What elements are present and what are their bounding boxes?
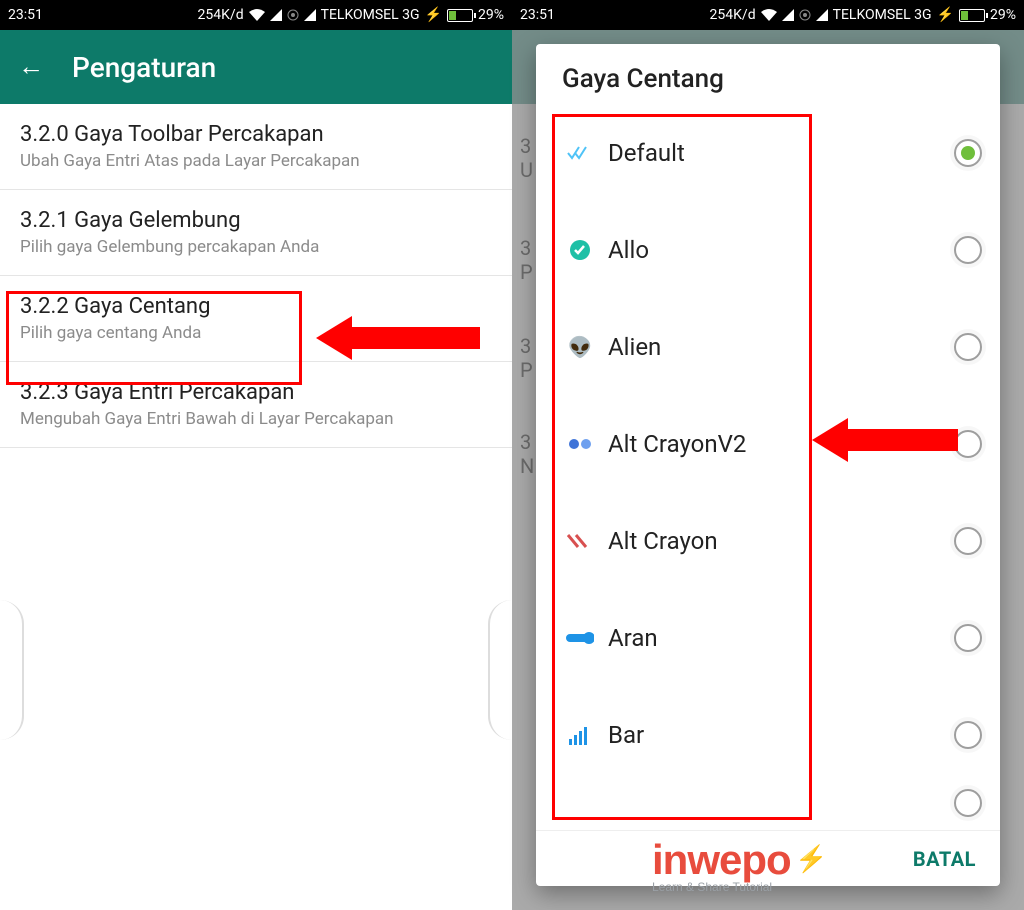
option-label: Allo [608,236,649,264]
option-alt-crayon-v2[interactable]: Alt CrayonV2 [536,395,1000,492]
signal2-icon [816,9,828,21]
signal-icon [782,9,794,21]
signal-icon [270,9,282,21]
background-peek: 3P [520,334,533,382]
radio-button[interactable] [954,139,982,167]
option-default[interactable]: Default [536,104,1000,201]
radio-button[interactable] [954,333,982,361]
plug-icon: ⚡ [795,844,827,874]
option-alien[interactable]: 👽 Alien [536,298,1000,395]
wifi-icon [249,9,265,21]
radio-button[interactable] [954,430,982,458]
status-battery-pct: 29% [990,7,1016,23]
radio-button[interactable] [954,236,982,264]
option-label: Bar [608,721,644,749]
setting-item-title: 3.2.3 Gaya Entri Percakapan [20,380,492,405]
settings-icon [287,9,299,21]
setting-item-subtitle: Pilih gaya Gelembung percakapan Anda [20,237,492,257]
tick-allo-icon [566,239,594,261]
charging-icon: ⚡ [425,7,442,23]
screen-dialog: 23:51 254K/d TELKOMSEL 3G ⚡ 2 [512,0,1024,910]
tick-bar-icon [566,724,594,746]
page-curl-left [0,600,24,740]
setting-item-tick-style[interactable]: 3.2.2 Gaya Centang Pilih gaya centang An… [0,276,512,362]
cancel-button[interactable]: BATAL [913,847,976,871]
option-label: Alien [608,333,661,361]
status-time: 23:51 [8,7,43,23]
option-alt-crayon[interactable]: Alt Crayon [536,492,1000,589]
status-carrier: TELKOMSEL 3G [321,7,420,23]
setting-item-title: 3.2.0 Gaya Toolbar Percakapan [20,122,492,147]
wifi-icon [761,9,777,21]
screen-settings: 23:51 254K/d TELKOMSEL 3G ⚡ 2 [0,0,512,910]
settings-icon [799,9,811,21]
status-bar: 23:51 254K/d TELKOMSEL 3G ⚡ 2 [512,0,1024,30]
background-peek: 3P [520,236,533,284]
watermark-brand: inwepo [652,836,791,883]
status-battery-pct: 29% [478,7,504,23]
tick-default-icon [566,142,594,164]
dialog-option-list: Default Allo 👽 Alien [536,104,1000,830]
tick-altcrayonv2-icon [566,433,594,455]
setting-item-title: 3.2.1 Gaya Gelembung [20,208,492,233]
setting-item-subtitle: Pilih gaya centang Anda [20,323,492,343]
option-label: Default [608,139,685,167]
status-netspeed: 254K/d [710,7,756,23]
option-label: Alt Crayon [608,527,718,555]
watermark: inwepo ⚡ Learn & Share Tutorial [652,836,828,894]
page-curl-right [488,600,512,740]
setting-item-bubble-style[interactable]: 3.2.1 Gaya Gelembung Pilih gaya Gelembun… [0,190,512,276]
option-label: Aran [608,624,658,652]
setting-item-entry-style[interactable]: 3.2.3 Gaya Entri Percakapan Mengubah Gay… [0,362,512,448]
charging-icon: ⚡ [937,7,954,23]
setting-item-subtitle: Ubah Gaya Entri Atas pada Layar Percakap… [20,151,492,171]
tick-aran-icon [566,627,594,649]
option-label: Alt CrayonV2 [608,430,746,458]
status-carrier: TELKOMSEL 3G [833,7,932,23]
option-allo[interactable]: Allo [536,201,1000,298]
radio-button[interactable] [954,527,982,555]
setting-item-toolbar-style[interactable]: 3.2.0 Gaya Toolbar Percakapan Ubah Gaya … [0,104,512,190]
tick-style-dialog: Gaya Centang Default Allo [536,44,1000,886]
option-aran[interactable]: Aran [536,589,1000,686]
battery-icon [447,9,473,22]
option-partial[interactable] [536,783,1000,823]
dialog-title: Gaya Centang [536,44,1000,104]
background-peek: 3N [520,430,534,478]
radio-button[interactable] [954,624,982,652]
option-bar[interactable]: Bar [536,686,1000,783]
radio-button[interactable] [954,721,982,749]
tick-altcrayon-icon [566,530,594,552]
watermark-tagline: Learn & Share Tutorial [652,880,828,894]
signal2-icon [304,9,316,21]
status-bar: 23:51 254K/d TELKOMSEL 3G ⚡ 2 [0,0,512,30]
status-netspeed: 254K/d [198,7,244,23]
setting-item-title: 3.2.2 Gaya Centang [20,294,492,319]
radio-button[interactable] [954,789,982,817]
setting-item-subtitle: Mengubah Gaya Entri Bawah di Layar Perca… [20,409,492,429]
back-icon[interactable]: ← [18,54,44,80]
background-peek: 3U [520,134,533,182]
app-bar: ← Pengaturan [0,30,512,104]
status-time: 23:51 [520,7,555,23]
battery-icon [959,9,985,22]
tick-alien-icon: 👽 [566,336,594,358]
page-title: Pengaturan [72,51,216,84]
